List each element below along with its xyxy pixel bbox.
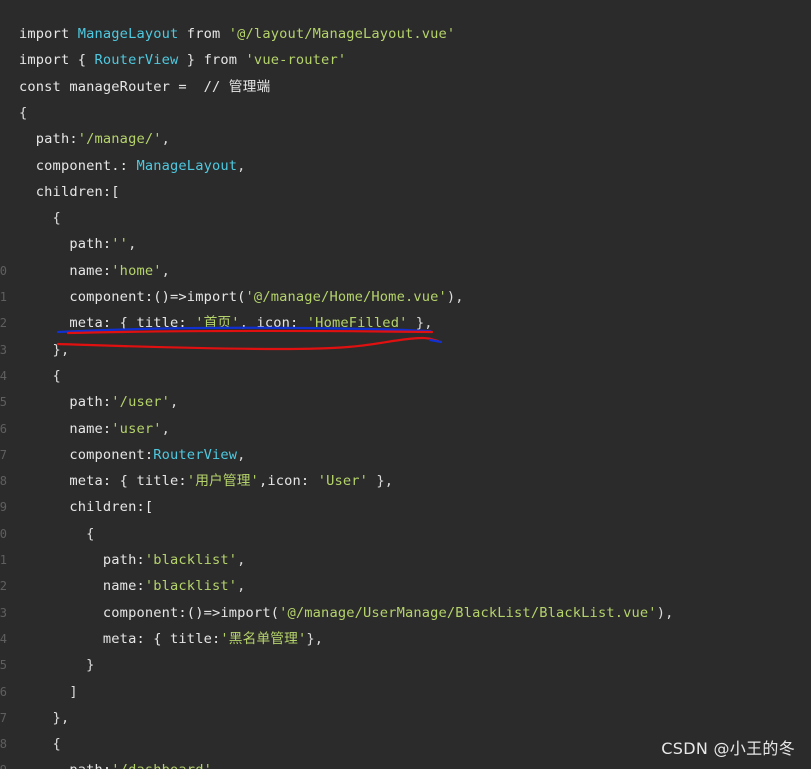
red-stroke-annotation — [56, 336, 440, 351]
watermark: CSDN @小王的冬 — [661, 739, 795, 758]
annotation-overlay — [56, 326, 443, 351]
code-editor[interactable]: 01234567890123456789 import ManageLayout… — [0, 0, 811, 769]
blue-tail-annotation — [428, 338, 443, 344]
red-underline-annotation — [66, 329, 434, 335]
